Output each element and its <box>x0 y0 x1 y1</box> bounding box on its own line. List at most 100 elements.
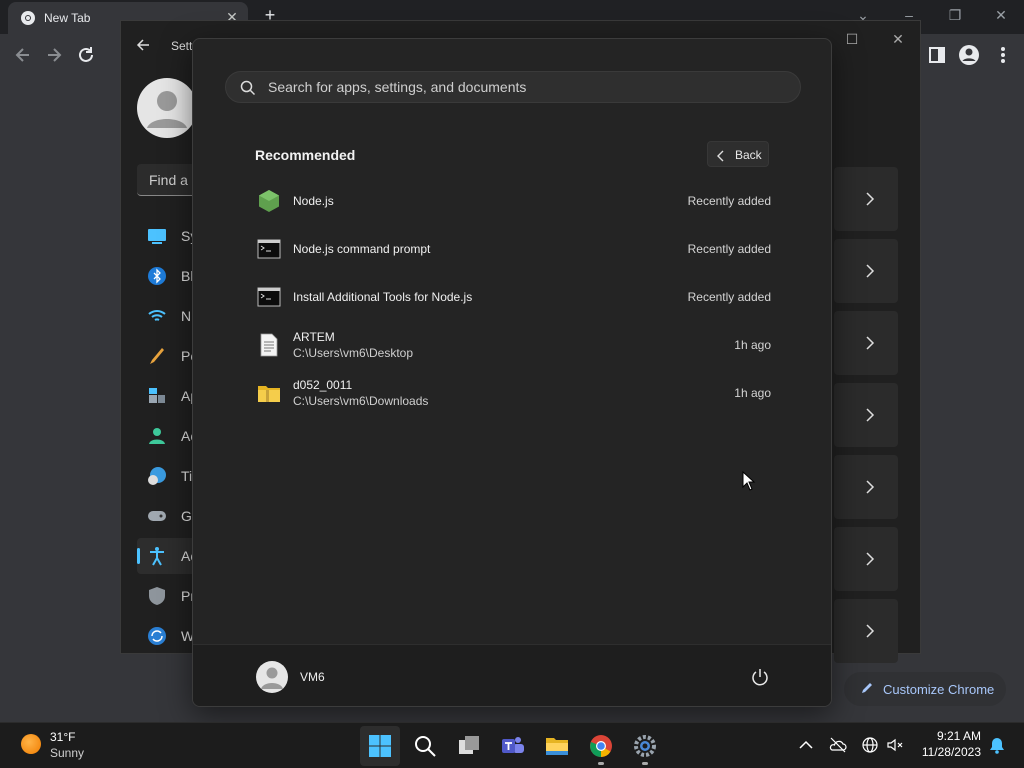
file-explorer-button[interactable] <box>537 726 577 766</box>
recommended-item-install-tools[interactable]: Install Additional Tools for Node.js Rec… <box>245 275 781 319</box>
back-button[interactable]: Back <box>707 141 769 167</box>
clock-time[interactable]: 9:21 AM <box>937 729 981 743</box>
privacy-icon <box>147 586 167 606</box>
network-globe-icon[interactable] <box>861 736 879 754</box>
nodejs-icon <box>257 189 281 213</box>
sidebar-item-label: N <box>181 308 192 324</box>
onedrive-offline-icon[interactable] <box>829 736 847 754</box>
command-prompt-icon <box>257 285 281 309</box>
settings-card[interactable] <box>834 527 898 591</box>
task-view-icon <box>459 736 479 754</box>
maximize-icon[interactable]: ☐ <box>842 29 862 49</box>
accessibility-icon <box>147 546 167 566</box>
item-time: Recently added <box>687 242 771 256</box>
settings-icon <box>634 735 656 757</box>
chevron-up-icon[interactable] <box>797 736 815 754</box>
tab-title: New Tab <box>44 11 91 25</box>
taskbar: 31°F Sunny 9:21 AM 11/28/2023 <box>0 722 1024 768</box>
bluetooth-icon <box>147 266 167 286</box>
settings-card[interactable] <box>834 167 898 231</box>
apps-icon <box>147 386 167 406</box>
recommended-heading: Recommended <box>255 147 356 163</box>
chevron-right-icon <box>864 479 876 495</box>
item-time: 1h ago <box>734 386 771 400</box>
chrome-icon <box>590 735 612 757</box>
file-explorer-icon <box>546 738 568 755</box>
side-panel-icon[interactable] <box>926 44 948 66</box>
settings-card[interactable] <box>834 311 898 375</box>
settings-card[interactable] <box>834 239 898 303</box>
chevron-left-icon <box>717 149 725 162</box>
recommended-item-artem[interactable]: ARTEM C:\Users\vm6\Desktop 1h ago <box>245 323 781 367</box>
settings-button[interactable] <box>625 726 665 766</box>
customize-chrome-label: Customize Chrome <box>883 682 995 697</box>
gaming-icon <box>147 506 167 526</box>
chevron-right-icon <box>864 623 876 639</box>
chevron-right-icon <box>864 263 876 279</box>
weather-description[interactable]: Sunny <box>50 746 84 760</box>
start-icon <box>369 735 391 757</box>
item-name: ARTEM <box>293 330 335 344</box>
sun-icon[interactable] <box>21 734 41 754</box>
notification-bell-icon[interactable] <box>988 736 1006 754</box>
pencil-icon <box>860 681 874 695</box>
recommended-item-d052[interactable]: d052_0011 C:\Users\vm6\Downloads 1h ago <box>245 371 781 415</box>
close-window-icon[interactable]: ✕ <box>989 4 1013 26</box>
item-name: Install Additional Tools for Node.js <box>293 290 473 304</box>
start-menu: Recommended Back Node.js Recently added … <box>192 38 832 707</box>
item-name: Node.js command prompt <box>293 242 431 256</box>
search-icon <box>415 736 436 757</box>
recommended-item-nodejs-command-prompt[interactable]: Node.js command prompt Recently added <box>245 227 781 271</box>
user-name[interactable]: VM6 <box>300 670 325 684</box>
item-name: Node.js <box>293 194 334 208</box>
customize-chrome-button[interactable]: Customize Chrome <box>844 672 1006 706</box>
taskbar-search-button[interactable] <box>405 726 445 766</box>
time-language-icon <box>147 466 167 486</box>
settings-card[interactable] <box>834 599 898 663</box>
power-icon[interactable] <box>750 667 770 687</box>
profile-icon[interactable] <box>958 44 980 66</box>
recommended-item-nodejs[interactable]: Node.js Recently added <box>245 179 781 223</box>
system-icon <box>147 226 167 246</box>
restore-icon[interactable]: ❐ <box>943 4 967 26</box>
weather-temperature[interactable]: 31°F <box>50 730 75 744</box>
teams-button[interactable] <box>493 726 533 766</box>
search-icon <box>240 80 256 96</box>
settings-card[interactable] <box>834 383 898 447</box>
chevron-right-icon <box>864 191 876 207</box>
chevron-right-icon <box>864 407 876 423</box>
close-icon[interactable]: ✕ <box>888 29 908 49</box>
start-search-input[interactable] <box>268 72 788 102</box>
reload-icon[interactable] <box>75 44 97 66</box>
avatar <box>137 78 197 138</box>
more-menu-icon[interactable] <box>992 44 1014 66</box>
back-label: Back <box>735 148 762 162</box>
chrome-icon <box>20 10 36 26</box>
volume-muted-icon[interactable] <box>886 736 904 754</box>
clock-date[interactable]: 11/28/2023 <box>922 745 981 759</box>
personalization-icon <box>147 346 167 366</box>
windows-update-icon <box>147 626 167 646</box>
sidebar-item-label: G <box>181 508 192 524</box>
chrome-button[interactable] <box>581 726 621 766</box>
settings-title: Sett <box>171 39 193 53</box>
back-arrow-icon[interactable] <box>12 44 34 66</box>
item-path: C:\Users\vm6\Downloads <box>293 394 429 408</box>
item-time: 1h ago <box>734 338 771 352</box>
text-file-icon <box>257 333 281 357</box>
task-view-button[interactable] <box>449 726 489 766</box>
back-arrow-icon[interactable] <box>135 37 151 53</box>
start-search-box[interactable] <box>225 71 801 103</box>
start-button[interactable] <box>360 726 400 766</box>
accounts-icon <box>147 426 167 446</box>
user-avatar[interactable] <box>256 661 288 693</box>
mouse-cursor-icon <box>742 470 756 491</box>
settings-card[interactable] <box>834 455 898 519</box>
zip-folder-icon <box>257 381 281 405</box>
forward-arrow-icon[interactable] <box>43 44 65 66</box>
item-time: Recently added <box>687 194 771 208</box>
network-icon <box>147 306 167 326</box>
item-path: C:\Users\vm6\Desktop <box>293 346 414 360</box>
chevron-right-icon <box>864 335 876 351</box>
sidebar-item-label: Ti <box>181 468 193 484</box>
